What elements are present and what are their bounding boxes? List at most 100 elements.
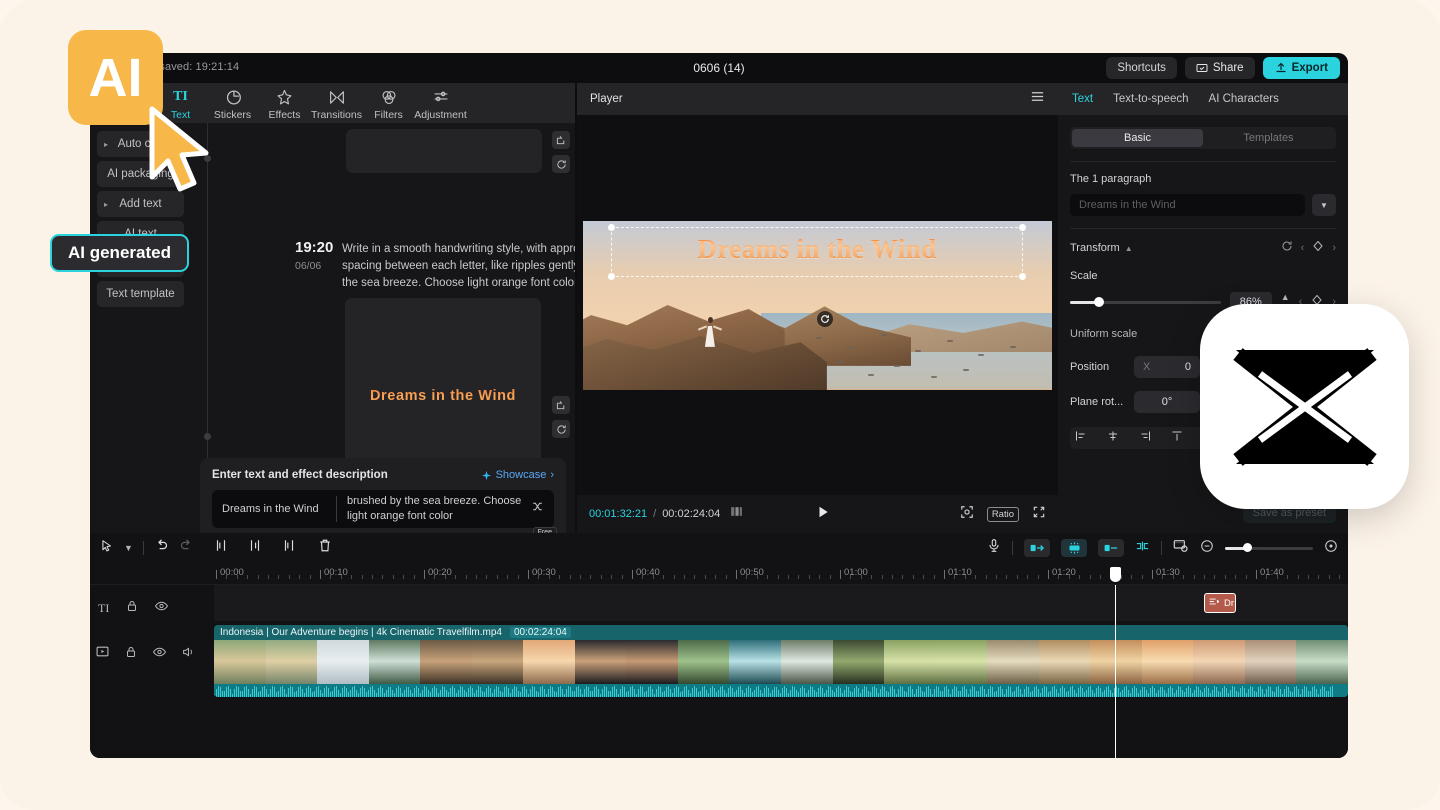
waveform-bar [812,687,813,697]
select-tool-chevron-icon[interactable]: ▼ [124,543,133,553]
waveform-bar [856,686,857,697]
video-preview-frame[interactable]: Dreams in the Wind [583,221,1052,390]
trim-left-icon[interactable] [248,538,262,558]
lock-icon-text-track[interactable] [126,599,138,617]
video-thumbnail [833,640,885,684]
handle-top-right[interactable] [1019,224,1026,231]
zoom-slider[interactable] [1225,547,1313,550]
segment-basic[interactable]: Basic [1072,129,1203,147]
align-center-horizontal-icon[interactable] [1106,429,1120,447]
refresh-icon-top[interactable] [552,155,570,173]
refresh-icon-preview[interactable] [552,420,570,438]
microphone-icon[interactable] [987,538,1001,558]
select-tool-icon[interactable] [100,539,114,558]
waveform-bar [932,694,933,697]
composer-input[interactable]: Dreams in the Wind brushed by the sea br… [212,490,554,528]
volume-icon-video-track[interactable] [182,645,195,663]
waveform-bar [412,693,413,698]
waveform-bar [456,693,457,697]
rotate-handle-icon[interactable] [817,311,833,327]
play-button[interactable] [816,505,830,524]
waveform-bar [1164,690,1165,697]
mix-out-icon[interactable] [1098,539,1124,557]
previous-generation-card[interactable] [346,129,542,173]
waveform-bar [794,687,795,698]
video-clip-titlebar: Indonesia | Our Adventure begins | 4k Ci… [214,625,1348,640]
sidebar-item-text-template[interactable]: Text template [97,281,184,307]
edit-icon-top[interactable] [552,131,570,149]
keyframe-next-icon[interactable]: › [1332,242,1336,254]
video-clip[interactable]: Indonesia | Our Adventure begins | 4k Ci… [214,625,1348,697]
mix-center-icon[interactable] [1061,539,1087,557]
timeline-ruler[interactable]: 00:0000:1000:2000:3000:4000:5001:0001:10… [90,563,1348,585]
align-top-icon[interactable] [1170,429,1184,447]
frames-icon[interactable] [729,505,744,523]
undo-icon[interactable] [154,538,169,558]
ratio-button[interactable]: Ratio [987,507,1019,522]
scale-slider-knob[interactable] [1094,297,1104,307]
tab-text-properties[interactable]: Text [1072,93,1093,105]
align-right-icon[interactable] [1138,429,1152,447]
waveform-bar [562,689,563,697]
eye-icon-video-track[interactable] [153,645,166,663]
keyframe-prev-icon[interactable]: ‹ [1301,242,1305,254]
share-button[interactable]: Share [1185,57,1255,79]
waveform-bar [528,694,529,697]
shuffle-icon[interactable] [531,500,544,518]
collapse-caret-icon[interactable]: ▲ [1125,244,1133,253]
ruler-minor-tick [684,575,685,579]
zoom-out-icon[interactable] [1200,539,1214,558]
handle-bottom-left[interactable] [608,273,615,280]
waveform-bar [1168,688,1169,697]
tab-text-to-speech[interactable]: Text-to-speech [1113,93,1188,105]
sidebar-item-label: Add text [119,198,161,210]
zoom-in-icon[interactable] [1324,539,1338,558]
video-track-lane[interactable]: Indonesia | Our Adventure begins | 4k Ci… [214,621,1348,703]
scale-slider[interactable] [1070,301,1221,304]
text-overlay-selection[interactable]: Dreams in the Wind [611,227,1023,277]
trim-right-icon[interactable] [282,538,296,558]
ruler-label: 01:30 [1156,567,1180,578]
align-left-icon[interactable] [1074,429,1088,447]
plane-rotation-value[interactable]: 0° [1134,391,1200,413]
eye-icon-text-track[interactable] [155,599,168,617]
waveform-bar [572,691,573,697]
handle-top-left[interactable] [608,224,615,231]
handle-bottom-right[interactable] [1019,273,1026,280]
waveform-bar [496,686,497,697]
segment-templates[interactable]: Templates [1203,129,1334,147]
waveform-bar [1150,688,1151,697]
showcase-link[interactable]: Showcase › [481,469,554,481]
position-x-field[interactable]: X 0 [1134,356,1200,378]
text-track-lane[interactable]: Dr [214,585,1348,621]
crop-preview-icon[interactable] [1173,539,1189,558]
split-icon[interactable] [214,538,228,558]
waveform-bar [438,693,439,697]
tab-adjustment[interactable]: Adjustment [416,86,465,121]
shortcuts-button[interactable]: Shortcuts [1106,57,1177,79]
mix-in-icon[interactable] [1024,539,1050,557]
playhead[interactable] [1115,585,1116,758]
keyframe-icon[interactable] [1312,239,1324,257]
reset-transform-icon[interactable] [1281,239,1293,257]
waveform-bar [848,687,849,697]
zoom-slider-knob[interactable] [1243,543,1252,552]
paragraph-input[interactable]: Dreams in the Wind [1070,194,1305,216]
tab-transitions[interactable]: Transitions [312,86,361,121]
fullscreen-icon[interactable] [1032,505,1046,524]
link-clips-icon[interactable] [1135,539,1150,557]
export-button[interactable]: Export [1263,57,1340,79]
playhead-handle[interactable] [1110,567,1121,582]
tab-effects[interactable]: Effects [260,86,309,121]
zoom-fit-icon[interactable] [960,505,974,524]
lock-icon-video-track[interactable] [125,645,137,663]
tab-ai-characters[interactable]: AI Characters [1209,93,1279,105]
chevron-down-icon[interactable]: ▼ [1312,194,1336,216]
tab-filters[interactable]: Filters [364,86,413,121]
waveform-bar [900,686,901,697]
player-menu-icon[interactable] [1030,89,1045,109]
edit-icon-preview[interactable] [552,396,570,414]
waveform-bar [566,689,567,697]
delete-icon[interactable] [318,538,332,558]
text-clip[interactable]: Dr [1204,593,1236,613]
